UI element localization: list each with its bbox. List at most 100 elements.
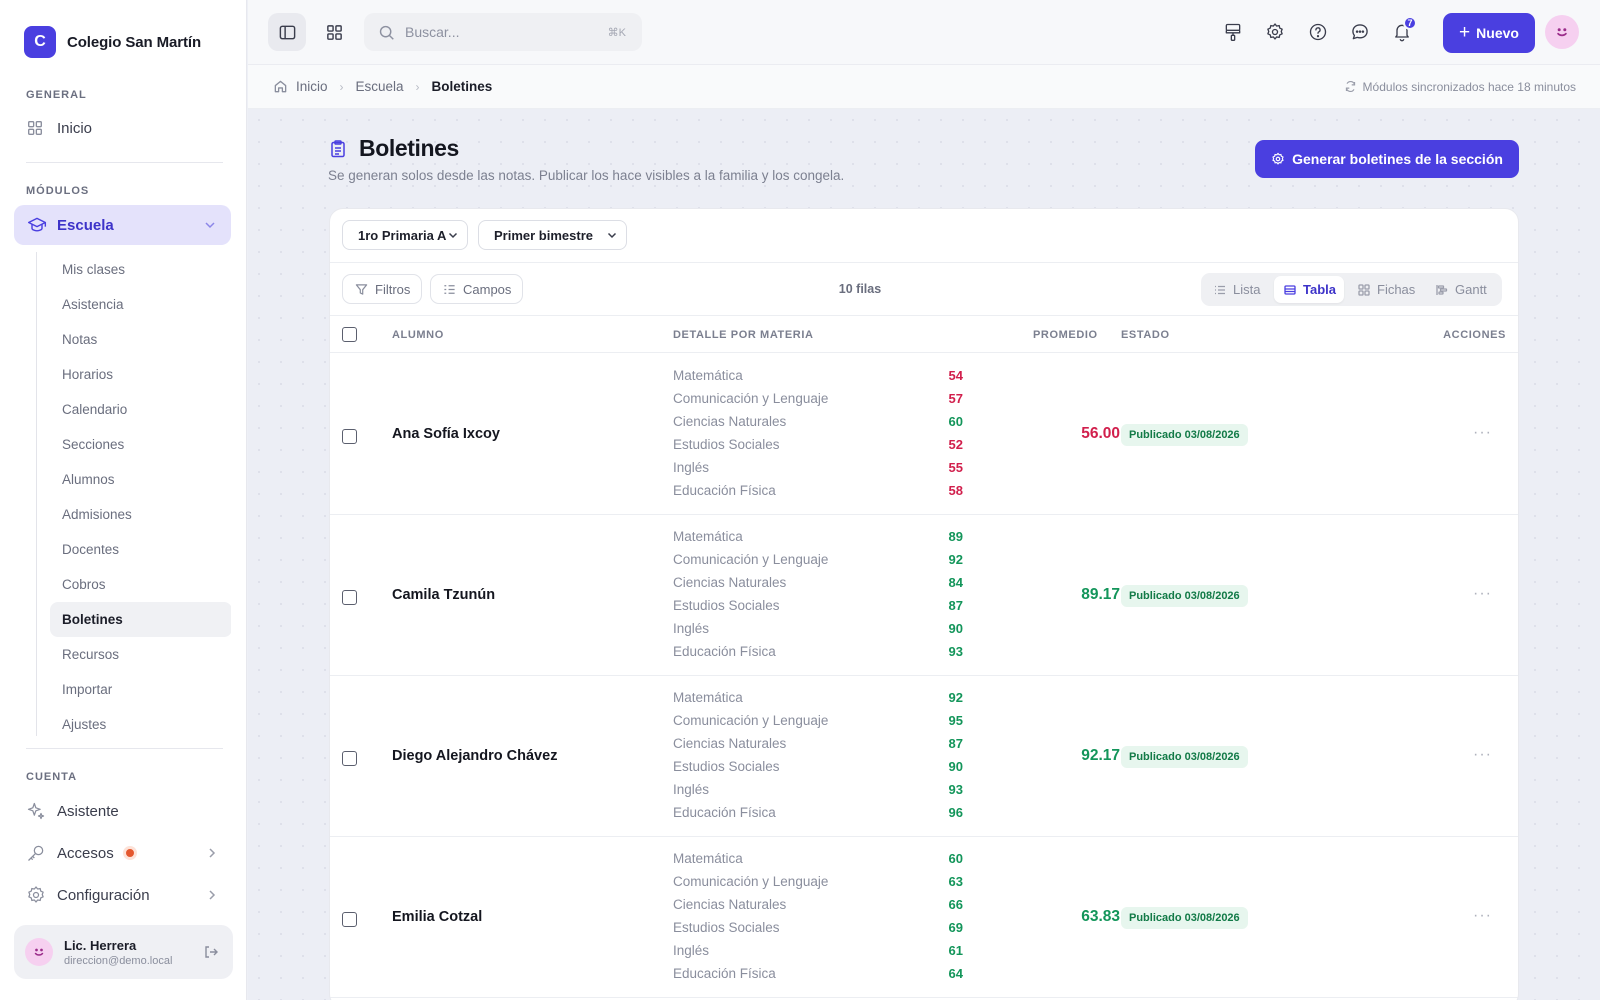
shortcut-hint: ⌘K bbox=[607, 26, 626, 39]
subject-line: Estudios Sociales 69 bbox=[673, 920, 963, 943]
breadcrumb-inicio[interactable]: Inicio bbox=[296, 79, 328, 94]
student-name[interactable]: Camila Tzunún bbox=[392, 587, 495, 603]
subject-detail-list: Matemática 60 Comunicación y Lenguaje 63 Cie… bbox=[673, 851, 963, 989]
section-select[interactable]: 1ro Primaria A bbox=[342, 220, 468, 250]
sidebar-item-label: Accesos bbox=[57, 844, 114, 862]
subject-line: Educación Física 96 bbox=[673, 805, 963, 828]
page-subtitle: Se generan solos desde las notas. Public… bbox=[328, 168, 845, 183]
view-tab-tabla[interactable]: Tabla bbox=[1274, 276, 1344, 303]
sidebar-item-asistente[interactable]: Asistente bbox=[26, 801, 223, 821]
user-avatar-button[interactable] bbox=[1545, 15, 1579, 49]
view-tab-lista[interactable]: Lista bbox=[1204, 276, 1272, 303]
table-row[interactable]: Emilia Cotzal Matemática 60 Comunicación y … bbox=[330, 837, 1518, 998]
table-row[interactable]: Diego Alejandro Chávez Matemática 92 Comuni… bbox=[330, 676, 1518, 837]
subject-line: Inglés 55 bbox=[673, 460, 963, 483]
column-header-alumno[interactable]: ALUMNO bbox=[392, 329, 444, 341]
sidebar-item-admisiones[interactable]: Admisiones bbox=[50, 497, 231, 532]
sparkle-icon bbox=[27, 802, 45, 820]
view-tab-label: Fichas bbox=[1377, 282, 1416, 297]
column-header-estado[interactable]: ESTADO bbox=[1121, 329, 1170, 341]
refresh-icon bbox=[1345, 81, 1355, 92]
subject-name: Estudios Sociales bbox=[673, 598, 780, 613]
subject-name: Estudios Sociales bbox=[673, 759, 780, 774]
subject-name: Matemática bbox=[673, 529, 743, 544]
sidebar-item-importar[interactable]: Importar bbox=[50, 672, 231, 707]
subject-grade: 69 bbox=[948, 920, 963, 935]
user-card[interactable]: Lic. Herrera direccion@demo.local bbox=[14, 925, 233, 979]
view-tab-fichas[interactable]: Fichas bbox=[1348, 276, 1424, 303]
row-actions-more-icon[interactable]: ··· bbox=[1473, 585, 1492, 603]
subject-grade: 93 bbox=[948, 782, 963, 797]
subject-name: Estudios Sociales bbox=[673, 437, 780, 452]
toggle-sidebar-button[interactable] bbox=[268, 13, 306, 51]
subject-name: Inglés bbox=[673, 621, 710, 636]
period-select[interactable]: Primer bimestre bbox=[478, 220, 627, 250]
student-name[interactable]: Emilia Cotzal bbox=[392, 909, 482, 925]
view-tab-gantt[interactable]: Gantt bbox=[1426, 276, 1498, 303]
messages-button[interactable] bbox=[1348, 20, 1372, 44]
subject-grade: 58 bbox=[948, 483, 963, 498]
generate-report-cards-button[interactable]: Generar boletines de la sección bbox=[1255, 140, 1519, 178]
subject-grade: 90 bbox=[948, 621, 963, 636]
row-checkbox[interactable] bbox=[342, 751, 357, 766]
row-checkbox[interactable] bbox=[342, 429, 357, 444]
section-select-value: 1ro Primaria A bbox=[358, 227, 447, 243]
subject-line: Comunicación y Lenguaje 63 bbox=[673, 874, 963, 897]
subject-line: Inglés 90 bbox=[673, 621, 963, 644]
sidebar-item-escuela[interactable]: Escuela bbox=[14, 205, 231, 245]
average-grade: 56.00 bbox=[1081, 425, 1120, 442]
chevron-down-icon[interactable] bbox=[203, 218, 217, 232]
sidebar-item-cobros[interactable]: Cobros bbox=[50, 567, 231, 602]
sidebar-item-docentes[interactable]: Docentes bbox=[50, 532, 231, 567]
sidebar-item-calendario[interactable]: Calendario bbox=[50, 392, 231, 427]
student-name[interactable]: Diego Alejandro Chávez bbox=[392, 748, 557, 764]
sidebar-item-configuracion[interactable]: Configuración bbox=[26, 885, 223, 905]
new-button[interactable]: + Nuevo bbox=[1443, 13, 1535, 53]
user-email: direccion@demo.local bbox=[64, 954, 173, 967]
sidebar-item-secciones[interactable]: Secciones bbox=[50, 427, 231, 462]
table-row[interactable]: Ana Sofía Ixcoy Matemática 54 Comunicación … bbox=[330, 354, 1518, 515]
breadcrumb-escuela[interactable]: Escuela bbox=[356, 79, 404, 94]
sidebar-item-ajustes[interactable]: Ajustes bbox=[50, 707, 231, 736]
new-button-label: Nuevo bbox=[1476, 25, 1519, 41]
subject-line: Estudios Sociales 87 bbox=[673, 598, 963, 621]
sidebar-item-inicio[interactable]: Inicio bbox=[26, 119, 92, 137]
sidebar-item-boletines[interactable]: Boletines bbox=[50, 602, 231, 637]
home-icon bbox=[274, 80, 287, 93]
table-row[interactable]: Camila Tzunún Matemática 89 Comunicación y … bbox=[330, 515, 1518, 676]
subject-detail-list: Matemática 54 Comunicación y Lenguaje 57 Cie… bbox=[673, 368, 963, 506]
row-actions-more-icon[interactable]: ··· bbox=[1473, 907, 1492, 925]
sidebar-item-mis-clases[interactable]: Mis clases bbox=[50, 252, 231, 287]
search-box[interactable]: ⌘K bbox=[364, 13, 642, 51]
row-actions-more-icon[interactable]: ··· bbox=[1473, 746, 1492, 764]
average-grade: 92.17 bbox=[1081, 747, 1120, 764]
sidebar-item-alumnos[interactable]: Alumnos bbox=[50, 462, 231, 497]
settings-button[interactable] bbox=[1263, 20, 1287, 44]
notifications-button[interactable]: 7 bbox=[1390, 16, 1417, 44]
sidebar-item-asistencia[interactable]: Asistencia bbox=[50, 287, 231, 322]
breadcrumb: Inicio › Escuela › Boletines Módulos sin… bbox=[248, 65, 1600, 109]
column-header-promedio[interactable]: PROMEDIO bbox=[1033, 329, 1098, 341]
row-checkbox[interactable] bbox=[342, 912, 357, 927]
apps-grid-button[interactable] bbox=[315, 13, 353, 51]
subject-grade: 63 bbox=[948, 874, 963, 889]
subject-grade: 64 bbox=[948, 966, 963, 981]
brand[interactable]: C Colegio San Martín bbox=[24, 26, 201, 58]
select-all-checkbox[interactable] bbox=[342, 327, 357, 342]
sidebar-item-horarios[interactable]: Horarios bbox=[50, 357, 231, 392]
generate-button-label: Generar boletines de la sección bbox=[1292, 151, 1503, 167]
subject-name: Ciencias Naturales bbox=[673, 897, 787, 912]
paint-roller-button[interactable] bbox=[1221, 20, 1245, 44]
sidebar-item-accesos[interactable]: Accesos bbox=[26, 843, 223, 863]
subject-name: Educación Física bbox=[673, 483, 776, 498]
row-actions-more-icon[interactable]: ··· bbox=[1473, 424, 1492, 442]
subject-name: Matemática bbox=[673, 851, 743, 866]
student-name[interactable]: Ana Sofía Ixcoy bbox=[392, 426, 500, 442]
sidebar-item-recursos[interactable]: Recursos bbox=[50, 637, 231, 672]
search-input[interactable] bbox=[405, 24, 595, 40]
logout-icon[interactable] bbox=[203, 944, 219, 960]
row-checkbox[interactable] bbox=[342, 590, 357, 605]
help-button[interactable] bbox=[1306, 20, 1330, 44]
subject-name: Matemática bbox=[673, 368, 743, 383]
sidebar-item-notas[interactable]: Notas bbox=[50, 322, 231, 357]
